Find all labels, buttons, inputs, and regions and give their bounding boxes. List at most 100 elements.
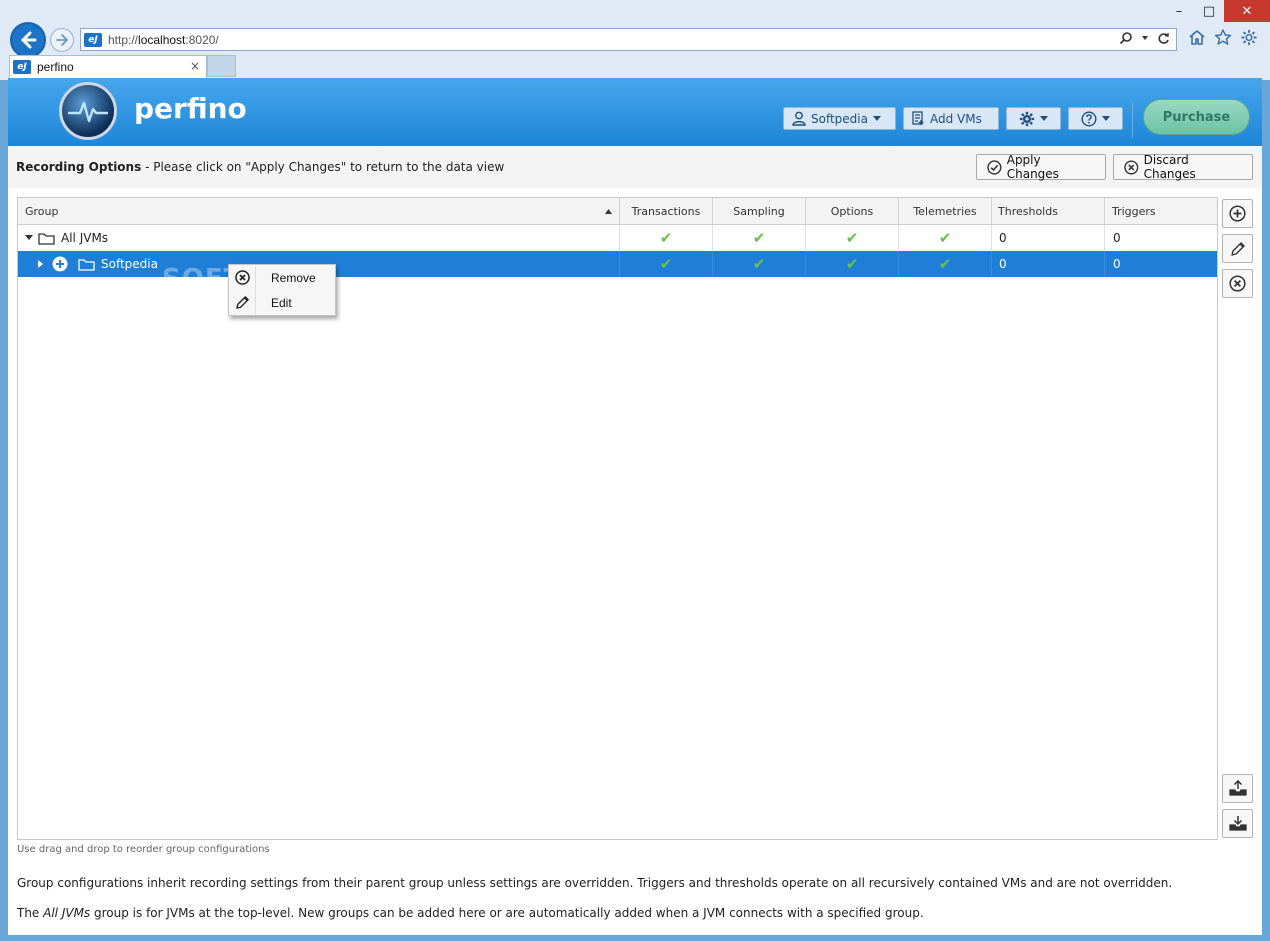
grid-header: Group Transactions Sampling Options Tele…: [18, 198, 1217, 225]
add-vms-label: Add VMs: [930, 111, 982, 126]
tab-close-icon[interactable]: ×: [190, 59, 200, 73]
address-tools: [1119, 31, 1170, 45]
context-menu-edit-label: Edit: [271, 295, 292, 310]
user-menu-button[interactable]: Softpedia: [783, 107, 896, 130]
sampling-check-icon: ✔: [713, 251, 806, 277]
search-icon[interactable]: [1119, 31, 1133, 45]
options-check-icon: ✔: [806, 251, 899, 277]
context-menu-remove-label: Remove: [271, 270, 316, 285]
expand-triangle-icon[interactable]: [25, 235, 33, 241]
close-window-button[interactable]: ✕: [1224, 0, 1270, 22]
browser-chrome: – □ ✕ eJ http://localhost:8020/ eJ perfi…: [0, 0, 1270, 80]
add-circle-icon[interactable]: [52, 256, 68, 272]
chevron-down-icon: [872, 115, 881, 121]
perfino-logo-icon: [59, 82, 117, 140]
recording-options-title: Recording Options: [16, 160, 142, 174]
collapsed-triangle-icon[interactable]: [38, 260, 44, 268]
apply-changes-label: Apply Changes: [1006, 153, 1059, 181]
heartbeat-icon: [68, 101, 108, 123]
arrow-right-icon: [56, 34, 68, 46]
edit-group-button[interactable]: [1222, 234, 1253, 263]
add-vms-icon: [912, 111, 924, 125]
chevron-down-icon: [1040, 115, 1048, 121]
user-icon: [792, 111, 806, 126]
sort-ascending-icon: [605, 209, 612, 214]
app-header: perfino Softpedia Add VMs Purchase: [8, 78, 1262, 146]
maximize-button[interactable]: □: [1194, 0, 1224, 22]
gear-icon: [1019, 111, 1035, 126]
telemetries-check-icon: ✔: [899, 251, 992, 277]
group-cell: All JVMs: [18, 225, 620, 251]
header-divider: [1132, 102, 1133, 138]
folder-icon: [38, 232, 55, 245]
home-icon[interactable]: [1188, 29, 1206, 46]
discard-changes-button[interactable]: Discard Changes: [1113, 153, 1253, 181]
address-bar[interactable]: eJ http://localhost:8020/: [80, 28, 1177, 51]
favorites-star-icon[interactable]: [1214, 29, 1232, 46]
triggers-value: 0: [1113, 231, 1121, 245]
sampling-check-icon: ✔: [713, 225, 806, 251]
all-jvms-info: The All JVMs group is for JVMs at the to…: [17, 906, 924, 920]
thresholds-value: 0: [992, 225, 1105, 251]
new-tab-button[interactable]: [207, 55, 236, 77]
column-header-telemetries[interactable]: Telemetries: [899, 198, 992, 225]
table-row-all-jvms[interactable]: All JVMs ✔ ✔ ✔ ✔ 0 0: [18, 225, 1217, 251]
refresh-icon[interactable]: [1157, 32, 1170, 45]
minimize-button[interactable]: –: [1164, 0, 1194, 22]
back-button[interactable]: [10, 22, 46, 58]
export-icon: [1228, 780, 1247, 796]
address-url[interactable]: http://localhost:8020/: [108, 33, 219, 47]
column-header-sampling[interactable]: Sampling: [713, 198, 806, 225]
column-header-triggers[interactable]: Triggers: [1105, 198, 1217, 225]
column-header-transactions[interactable]: Transactions: [620, 198, 713, 225]
column-header-options[interactable]: Options: [806, 198, 899, 225]
tab-title: perfino: [37, 60, 74, 74]
export-button[interactable]: [1222, 774, 1253, 803]
help-menu-button[interactable]: [1068, 107, 1123, 130]
settings-gear-icon[interactable]: [1240, 29, 1258, 46]
telemetries-check-icon: ✔: [899, 225, 992, 251]
import-button[interactable]: [1222, 809, 1253, 838]
close-circle-icon: [1124, 159, 1139, 175]
import-icon: [1228, 816, 1247, 831]
recording-options-message: Recording Options - Please click on "App…: [16, 160, 505, 174]
settings-menu-button[interactable]: [1006, 107, 1061, 130]
recording-options-bar: Recording Options - Please click on "App…: [8, 146, 1262, 188]
browser-tab-perfino[interactable]: eJ perfino ×: [9, 55, 207, 78]
context-menu-remove[interactable]: Remove: [229, 265, 335, 290]
thresholds-value: 0: [992, 251, 1105, 277]
dropdown-caret-icon[interactable]: [1141, 34, 1149, 42]
drag-drop-hint: Use drag and drop to reorder group confi…: [17, 844, 270, 855]
user-menu-label: Softpedia: [811, 111, 868, 126]
arrow-left-icon: [21, 31, 37, 49]
remove-group-button[interactable]: [1222, 269, 1253, 298]
options-check-icon: ✔: [806, 225, 899, 251]
group-name: Softpedia: [101, 257, 158, 271]
triggers-value: 0: [1113, 257, 1121, 271]
window-controls: – □ ✕: [1164, 0, 1270, 22]
browser-nav-icons: [1188, 29, 1258, 46]
column-header-group[interactable]: Group: [18, 198, 620, 225]
purchase-button[interactable]: Purchase: [1143, 99, 1250, 135]
chevron-down-icon: [1102, 115, 1110, 121]
inheritance-info: Group configurations inherit recording s…: [17, 876, 1173, 890]
close-circle-icon: [1229, 275, 1246, 292]
add-circle-icon: [1229, 205, 1246, 222]
close-circle-icon: [234, 270, 250, 285]
forward-button[interactable]: [50, 28, 74, 52]
group-name: All JVMs: [61, 231, 109, 245]
check-circle-icon: [987, 159, 1002, 175]
transactions-check-icon: ✔: [620, 225, 713, 251]
context-menu-edit[interactable]: Edit: [229, 290, 335, 315]
pencil-icon: [235, 296, 249, 309]
column-header-thresholds[interactable]: Thresholds: [992, 198, 1105, 225]
add-group-button[interactable]: [1222, 199, 1253, 228]
folder-icon: [78, 258, 95, 271]
site-favicon-icon: eJ: [84, 32, 102, 47]
app-page: perfino Softpedia Add VMs Purchase Recor…: [8, 78, 1262, 935]
apply-changes-button[interactable]: Apply Changes: [976, 153, 1106, 181]
pencil-icon: [1230, 241, 1245, 256]
add-vms-button[interactable]: Add VMs: [903, 107, 999, 130]
help-icon: [1081, 110, 1097, 127]
discard-changes-label: Discard Changes: [1143, 153, 1196, 181]
